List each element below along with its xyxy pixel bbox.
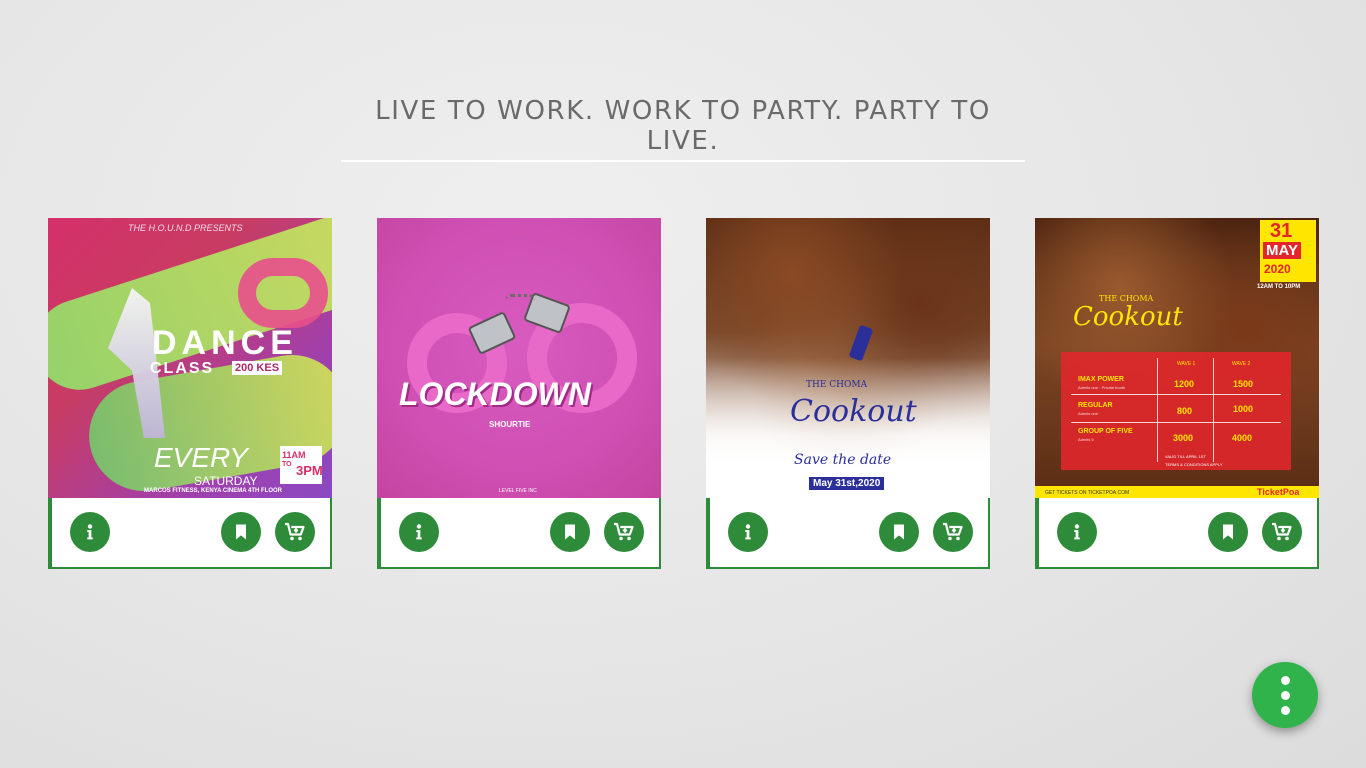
info-icon [408, 521, 430, 543]
poster-brand-small: THE CHOMA [806, 380, 868, 390]
poster-day: 31 [1270, 220, 1293, 242]
poster-presents: THE H.O.U.N.D PRESENTS [128, 223, 243, 233]
poster-valid: VALID TILL APRIL 1ST [1165, 454, 1206, 459]
info-button[interactable] [1057, 512, 1097, 552]
poster-subtitle: SHOURTIE [489, 420, 531, 429]
price-row-sub: Admits one [1078, 411, 1099, 416]
card-actions [706, 498, 990, 569]
poster-month: MAY [1263, 242, 1301, 259]
price-row-sub: Admits one · Private booth [1078, 385, 1126, 390]
card-actions [377, 498, 661, 569]
bookmark-button[interactable] [879, 512, 919, 552]
event-card-dance-class[interactable]: THE H.O.U.N.D PRESENTS DANCE CLASS 200 K… [48, 218, 332, 569]
poster-terms: TERMS & CONDITIONS APPLY [1165, 462, 1223, 467]
poster-title: LOCKDOWN [399, 376, 591, 412]
poster-venue: MARCOS FITNESS, KENYA CINEMA 4TH FLOOR [144, 488, 283, 494]
bookmark-icon [560, 522, 580, 542]
poster-brand-script: Cookout [1073, 302, 1183, 332]
price-row-w1: 1200 [1174, 379, 1195, 389]
poster-tickets-on: GET TICKETS ON TICKETPOA.COM [1045, 490, 1130, 496]
poster-title: DANCE [152, 324, 298, 362]
poster-date: May 31st,2020 [809, 477, 885, 490]
event-poster[interactable]: LOCKDOWN SHOURTIE LEVEL FIVE INC [377, 218, 661, 501]
price-row-w1: 800 [1177, 406, 1193, 416]
price-row-w2: 4000 [1232, 433, 1253, 443]
price-row-w2: 1000 [1233, 404, 1254, 414]
poster-footer: LEVEL FIVE INC [499, 488, 537, 494]
bookmark-button[interactable] [221, 512, 261, 552]
event-card-choma-cookout[interactable]: THE CHOMA Cookout Save the date May 31st… [706, 218, 990, 569]
cart-plus-icon [612, 520, 636, 544]
poster-every: EVERY [154, 442, 248, 473]
price-row-w1: 3000 [1173, 433, 1194, 443]
info-icon [1066, 521, 1088, 543]
event-poster[interactable]: THE H.O.U.N.D PRESENTS DANCE CLASS 200 K… [48, 218, 332, 501]
poster-save-date: Save the date [794, 452, 892, 468]
page-tagline: LIVE TO WORK. WORK TO PARTY. PARTY TO LI… [341, 96, 1025, 162]
bookmark-button[interactable] [550, 512, 590, 552]
event-card-lockdown[interactable]: LOCKDOWN SHOURTIE LEVEL FIVE INC [377, 218, 661, 569]
poster-time-to: TO [282, 461, 292, 468]
add-to-cart-button[interactable] [933, 512, 973, 552]
ticketpoa-logo: TicketPoa [1257, 487, 1300, 497]
cart-plus-icon [283, 520, 307, 544]
more-options-fab[interactable] [1252, 662, 1318, 728]
price-row-name: GROUP OF FIVE [1078, 428, 1133, 435]
cart-plus-icon [1270, 520, 1294, 544]
bookmark-button[interactable] [1208, 512, 1248, 552]
poster-hours: 12AM TO 10PM [1257, 284, 1301, 290]
info-button[interactable] [728, 512, 768, 552]
add-to-cart-button[interactable] [275, 512, 315, 552]
info-icon [79, 521, 101, 543]
poster-day: SATURDAY [194, 474, 258, 488]
info-button[interactable] [70, 512, 110, 552]
poster-title-2: CLASS [150, 360, 215, 377]
info-icon [737, 521, 759, 543]
poster-time-end: 3PM [296, 463, 323, 478]
price-row-name: IMAX POWER [1078, 376, 1124, 383]
info-button[interactable] [399, 512, 439, 552]
card-actions [1035, 498, 1319, 569]
card-actions [48, 498, 332, 569]
price-row-name: REGULAR [1078, 402, 1113, 409]
wave-1-header: WAVE 1 [1177, 361, 1196, 367]
price-row-w2: 1500 [1233, 379, 1254, 389]
more-vertical-icon [1280, 675, 1290, 715]
add-to-cart-button[interactable] [1262, 512, 1302, 552]
add-to-cart-button[interactable] [604, 512, 644, 552]
event-poster[interactable]: 31 MAY 2020 12AM TO 10PM THE CHOMA Cooko… [1035, 218, 1319, 501]
wave-2-header: WAVE 2 [1232, 361, 1251, 367]
poster-year: 2020 [1264, 262, 1291, 276]
event-poster[interactable]: THE CHOMA Cookout Save the date May 31st… [706, 218, 990, 501]
poster-time-start: 11AM [282, 450, 306, 460]
bookmark-icon [1218, 522, 1238, 542]
cart-plus-icon [941, 520, 965, 544]
price-row-sub: Admits 5 [1078, 437, 1094, 442]
poster-price: 200 KES [232, 361, 283, 375]
bookmark-icon [231, 522, 251, 542]
event-card-choma-cookout-prices[interactable]: 31 MAY 2020 12AM TO 10PM THE CHOMA Cooko… [1035, 218, 1319, 569]
poster-brand-script: Cookout [790, 394, 917, 429]
bookmark-icon [889, 522, 909, 542]
